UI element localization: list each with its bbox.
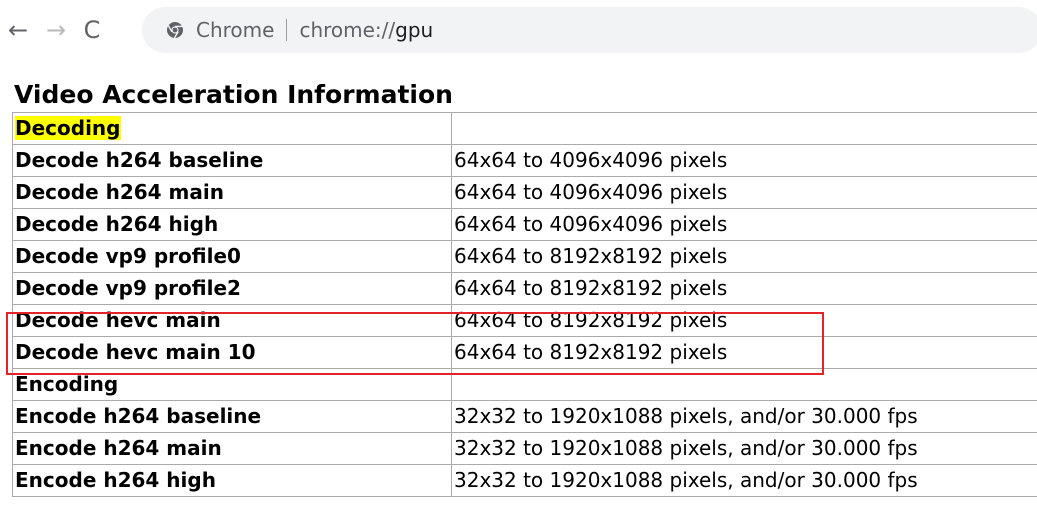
arrow-right-icon: → bbox=[45, 16, 67, 44]
row-key-text: Decode h264 main bbox=[15, 180, 224, 204]
back-button[interactable]: ← bbox=[4, 13, 32, 47]
forward-button[interactable]: → bbox=[42, 13, 70, 47]
row-value: 64x64 to 8192x8192 pixels bbox=[451, 336, 1037, 369]
row-key: Decode hevc main bbox=[12, 304, 452, 337]
table-row: Decode hevc main 10 64x64 to 8192x8192 pi… bbox=[12, 336, 1037, 369]
table-row: Encoding bbox=[12, 368, 1037, 401]
table-row: Decode h264 baseline 64x64 to 4096x4096 p… bbox=[12, 144, 1037, 177]
row-key-text: Encode h264 baseline bbox=[15, 404, 262, 428]
table-row: Decode h264 main 64x64 to 4096x4096 pixel… bbox=[12, 176, 1037, 209]
row-key: Decode vp9 profile0 bbox=[12, 240, 452, 273]
row-key-text: Encode h264 main bbox=[15, 436, 222, 460]
row-value: 64x64 to 4096x4096 pixels bbox=[451, 208, 1037, 241]
row-key: Decode h264 baseline bbox=[12, 144, 452, 177]
reload-icon: C bbox=[83, 16, 101, 44]
row-key-text: Decode vp9 profile2 bbox=[15, 276, 241, 300]
row-key-text: Decode vp9 profile0 bbox=[15, 244, 241, 268]
row-value: 32x32 to 1920x1088 pixels, and/or 30.000… bbox=[451, 400, 1037, 433]
row-value: 64x64 to 4096x4096 pixels bbox=[451, 176, 1037, 209]
address-bar[interactable]: Chrome chrome://gpu bbox=[142, 7, 1037, 53]
row-key-text: Encoding bbox=[15, 372, 119, 396]
table-row: Decode hevc main 64x64 to 8192x8192 pixel… bbox=[12, 304, 1037, 337]
row-key-text: Decoding bbox=[15, 116, 121, 140]
row-value bbox=[451, 368, 1037, 401]
row-key: Decode h264 main bbox=[12, 176, 452, 209]
url-text: chrome://gpu bbox=[299, 18, 433, 42]
row-key: Decode hevc main 10 bbox=[12, 336, 452, 369]
row-value: 64x64 to 4096x4096 pixels bbox=[451, 144, 1037, 177]
row-key: Decode vp9 profile2 bbox=[12, 272, 452, 305]
row-value: 64x64 to 8192x8192 pixels bbox=[451, 304, 1037, 337]
url-host: gpu bbox=[395, 18, 434, 42]
row-value: 32x32 to 1920x1088 pixels, and/or 30.000… bbox=[451, 432, 1037, 465]
table-row: Decode vp9 profile0 64x64 to 8192x8192 pi… bbox=[12, 240, 1037, 273]
omnibox-divider bbox=[286, 19, 288, 41]
row-key: Decoding bbox=[12, 112, 452, 145]
reload-button[interactable]: C bbox=[78, 13, 106, 47]
page-title: Video Acceleration Information bbox=[14, 80, 453, 109]
table-row: Encode h264 baseline 32x32 to 1920x1088 p… bbox=[12, 400, 1037, 433]
table-row: Decoding bbox=[12, 112, 1037, 145]
row-key-text: Encode h264 high bbox=[15, 468, 216, 492]
table-row: Decode vp9 profile2 64x64 to 8192x8192 pi… bbox=[12, 272, 1037, 305]
arrow-left-icon: ← bbox=[7, 16, 29, 44]
row-key: Encoding bbox=[12, 368, 452, 401]
row-value: 64x64 to 8192x8192 pixels bbox=[451, 240, 1037, 273]
browser-toolbar: ← → C Chrome chrome://gpu bbox=[0, 0, 1037, 62]
url-scheme: chrome:// bbox=[299, 18, 396, 42]
row-value: 32x32 to 1920x1088 pixels, and/or 30.000… bbox=[451, 464, 1037, 497]
row-key: Encode h264 baseline bbox=[12, 400, 452, 433]
row-key-text: Decode h264 baseline bbox=[15, 148, 264, 172]
row-key-text: Decode hevc main bbox=[15, 308, 221, 332]
chrome-icon bbox=[166, 21, 184, 39]
row-key: Encode h264 high bbox=[12, 464, 452, 497]
site-name: Chrome bbox=[196, 18, 275, 42]
table-row: Decode h264 high 64x64 to 4096x4096 pixel… bbox=[12, 208, 1037, 241]
row-key: Encode h264 main bbox=[12, 432, 452, 465]
video-acceleration-table: Decoding Decode h264 baseline 64x64 to 409… bbox=[12, 112, 1037, 497]
row-value bbox=[451, 112, 1037, 145]
table-row: Encode h264 high 32x32 to 1920x1088 pixel… bbox=[12, 464, 1037, 497]
row-key: Decode h264 high bbox=[12, 208, 452, 241]
row-value: 64x64 to 8192x8192 pixels bbox=[451, 272, 1037, 305]
row-key-text: Decode hevc main 10 bbox=[15, 340, 256, 364]
table-row: Encode h264 main 32x32 to 1920x1088 pixel… bbox=[12, 432, 1037, 465]
row-key-text: Decode h264 high bbox=[15, 212, 219, 236]
